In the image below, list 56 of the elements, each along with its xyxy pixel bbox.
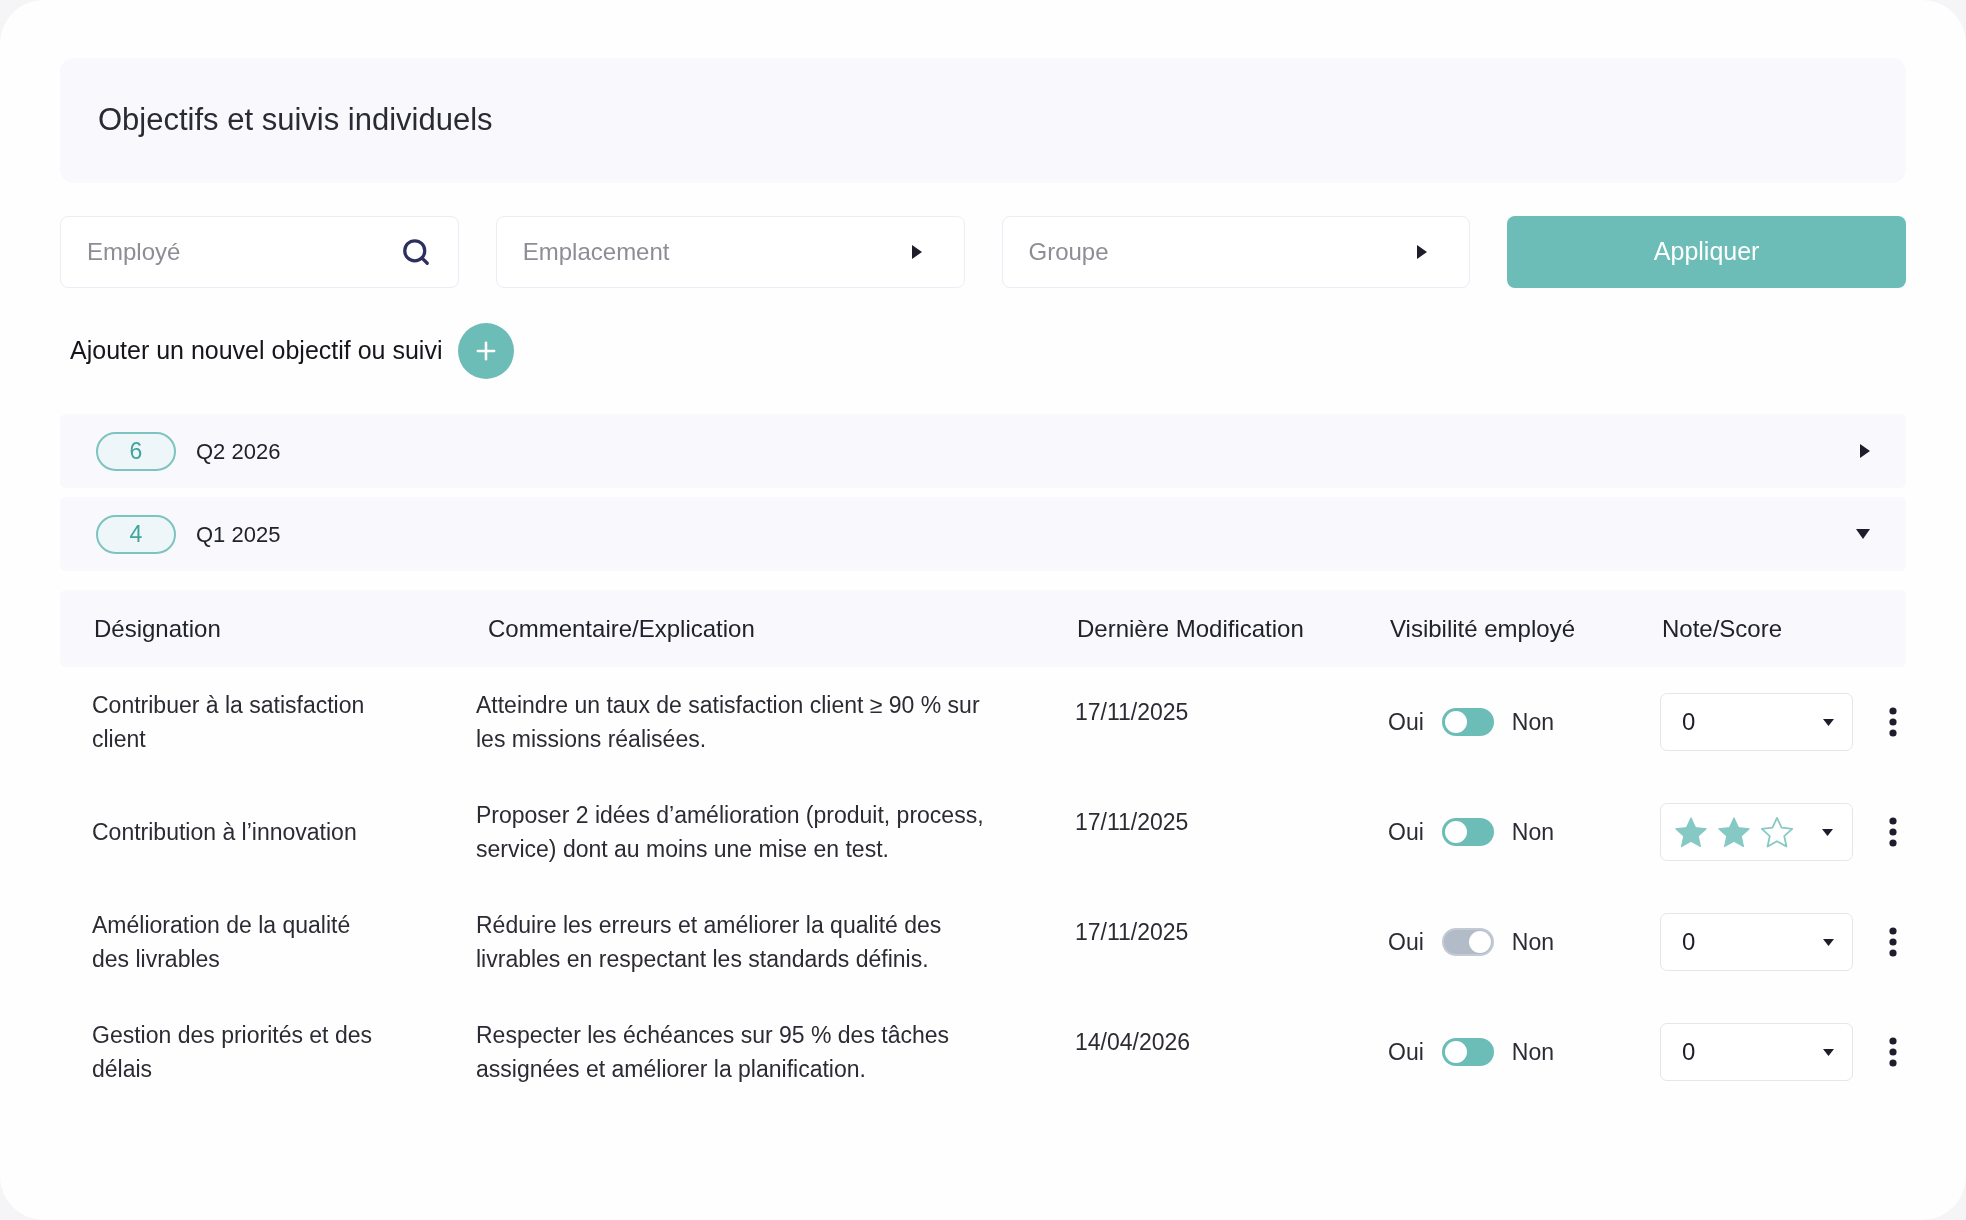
objective-title: Contribution à l’innovation (92, 818, 357, 847)
objective-comment: Proposer 2 idées d’amélioration (produit, process, service) dont au moins une mise en test. (476, 801, 985, 864)
toggle-label: Oui (1388, 818, 1424, 847)
toggle-label: Non (1511, 928, 1554, 957)
column-header: Dernière Modification (1077, 613, 1304, 644)
toggle-label: Oui (1388, 708, 1424, 737)
column-header: Désignation (94, 613, 221, 644)
toggle-switch[interactable] (1441, 1038, 1494, 1066)
more-options-icon[interactable] (1889, 707, 1897, 737)
objective-comment: Réduire les erreurs et améliorer la qualité des livrables en respectant les standards définis. (476, 911, 943, 974)
caret-down-icon (1823, 718, 1834, 726)
toggle-label: Oui (1388, 1038, 1424, 1067)
page-title: Objectifs et suivis individuels (98, 101, 493, 140)
objective-title: Amélioration de la qualité des livrables (92, 911, 352, 974)
score-select[interactable]: 0 (1660, 1023, 1853, 1081)
objective-title: Contribuer à la satisfaction client (92, 691, 366, 754)
modified-date: 17/11/2025 (1075, 698, 1189, 727)
column-header: Note/Score (1662, 613, 1783, 644)
group-row[interactable]: 6 Q2 2026 (60, 414, 1906, 488)
objective-comment: Atteindre un taux de satisfaction client ≥ 90 % sur les missions réalisées. (476, 691, 981, 754)
count-badge: 6 (96, 431, 176, 471)
group-label: Q2 2026 (196, 437, 281, 466)
modified-date: 17/11/2025 (1075, 808, 1189, 837)
toggle-switch[interactable] (1441, 818, 1494, 846)
employee-search-field[interactable]: Employé (60, 216, 459, 288)
group-label: Q1 2025 (196, 520, 281, 549)
filled-star-icon[interactable] (1718, 816, 1750, 848)
toggle-label: Non (1511, 1038, 1554, 1067)
more-options-icon[interactable] (1889, 817, 1897, 847)
modified-date: 17/11/2025 (1075, 918, 1189, 947)
objective-comment: Respecter les échéances sur 95 % des tâches assignées et améliorer la planification. (476, 1021, 951, 1084)
score-select[interactable]: 0 (1660, 693, 1853, 751)
toggle-switch[interactable] (1441, 708, 1494, 736)
column-header: Commentaire/Explication (488, 613, 755, 644)
filled-star-icon[interactable] (1675, 816, 1707, 848)
caret-down-icon (1822, 828, 1833, 836)
group-row[interactable]: 4 Q1 2025 (60, 497, 1906, 571)
modified-date: 14/04/2026 (1075, 1028, 1191, 1057)
more-options-icon[interactable] (1889, 1037, 1897, 1067)
toggle-label: Non (1511, 708, 1554, 737)
toggle-label: Oui (1388, 928, 1424, 957)
toggle-label: Non (1511, 818, 1554, 847)
count-badge: 4 (96, 514, 176, 554)
column-header: Visibilité employé (1390, 613, 1575, 644)
search-icon[interactable] (400, 237, 431, 267)
outline-star-icon[interactable] (1761, 816, 1793, 848)
caret-down-icon (1823, 1048, 1834, 1056)
caret-right-icon (911, 245, 922, 259)
toggle-switch[interactable] (1441, 928, 1494, 956)
caret-right-icon (1417, 245, 1428, 259)
caret-down-icon (1823, 938, 1834, 946)
score-select[interactable] (1660, 803, 1853, 861)
add-objective-label: Ajouter un nouvel objectif ou suivi (70, 335, 443, 367)
more-options-icon[interactable] (1889, 927, 1897, 957)
objective-title: Gestion des priorités et des délais (92, 1021, 373, 1084)
score-select[interactable]: 0 (1660, 913, 1853, 971)
